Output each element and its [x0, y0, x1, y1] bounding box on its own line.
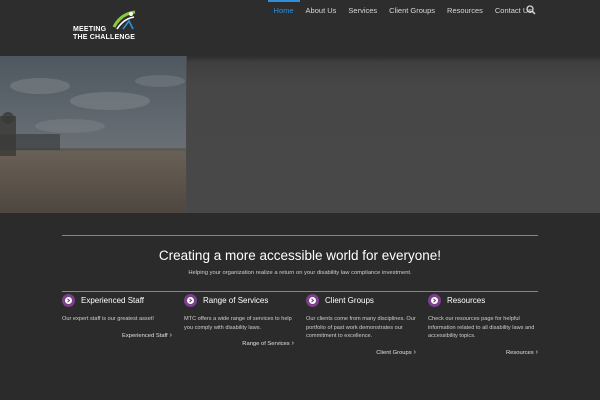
- hero-slider: [0, 56, 600, 213]
- feature-range-of-services: Range of Services MTC offers a wide rang…: [184, 293, 294, 347]
- feature-text: MTC offers a wide range of services to h…: [184, 316, 292, 331]
- feature-link-label: Client Groups: [376, 350, 412, 356]
- section-divider-bottom: [62, 291, 538, 292]
- main-nav: Home About Us Services Client Groups Res…: [267, 0, 538, 22]
- chevron-right-icon: ›: [169, 332, 172, 339]
- arrow-circle-icon[interactable]: [62, 294, 75, 307]
- arrow-circle-icon[interactable]: [428, 294, 441, 307]
- feature-title: Experienced Staff: [81, 296, 145, 305]
- feature-link-label: Range of Services: [242, 341, 290, 347]
- feature-link-resources[interactable]: Resources ›: [506, 349, 538, 356]
- feature-client-groups: Client Groups Our clients come from many…: [306, 293, 416, 356]
- feature-title: Resources: [447, 296, 486, 305]
- chevron-right-icon: ›: [291, 340, 294, 347]
- nav-item-about-us[interactable]: About Us: [300, 0, 343, 22]
- nav-item-services[interactable]: Services: [342, 0, 383, 22]
- hero-panel-shadow: [187, 56, 600, 62]
- feature-title: Range of Services: [203, 296, 269, 305]
- feature-experienced-staff: Experienced Staff Our expert staff is ou…: [62, 293, 172, 339]
- logo-text-line2: THE CHALLENGE: [73, 34, 136, 41]
- feature-link-experienced-staff[interactable]: Experienced Staff ›: [122, 332, 172, 339]
- feature-link-label: Resources: [505, 350, 534, 356]
- sub-tagline: Helping your organization realize a retu…: [188, 270, 412, 276]
- chevron-right-icon: ›: [413, 349, 416, 356]
- feature-link-client-groups[interactable]: Client Groups ›: [376, 349, 416, 356]
- nav-item-home[interactable]: Home: [267, 0, 300, 22]
- main-tagline: Creating a more accessible world for eve…: [158, 248, 442, 263]
- site-logo[interactable]: MEETING THE CHALLENGE: [73, 9, 143, 43]
- feature-link-label: Experienced Staff: [122, 333, 168, 339]
- arrow-circle-icon[interactable]: [184, 294, 197, 307]
- site-header: MEETING THE CHALLENGE Home About Us Serv…: [0, 0, 600, 56]
- hero-photo: [0, 56, 186, 213]
- logo-text-line1: MEETING: [73, 26, 107, 33]
- arrow-circle-icon[interactable]: [306, 294, 319, 307]
- section-divider-top: [62, 235, 538, 236]
- nav-item-resources[interactable]: Resources: [441, 0, 489, 22]
- chevron-right-icon: ›: [535, 349, 538, 356]
- feature-text: Our expert staff is our greatest asset!: [62, 316, 154, 322]
- feature-text: Our clients come from many disciplines. …: [306, 316, 416, 340]
- nav-item-client-groups[interactable]: Client Groups: [383, 0, 441, 22]
- feature-title: Client Groups: [325, 296, 374, 305]
- search-icon[interactable]: [526, 5, 536, 15]
- feature-link-range-of-services[interactable]: Range of Services ›: [242, 340, 294, 347]
- feature-text: Check our resources page for helpful inf…: [428, 316, 535, 340]
- hero-panel: [187, 56, 600, 213]
- logo-mark-icon: [112, 10, 136, 30]
- feature-resources: Resources Check our resources page for h…: [428, 293, 538, 356]
